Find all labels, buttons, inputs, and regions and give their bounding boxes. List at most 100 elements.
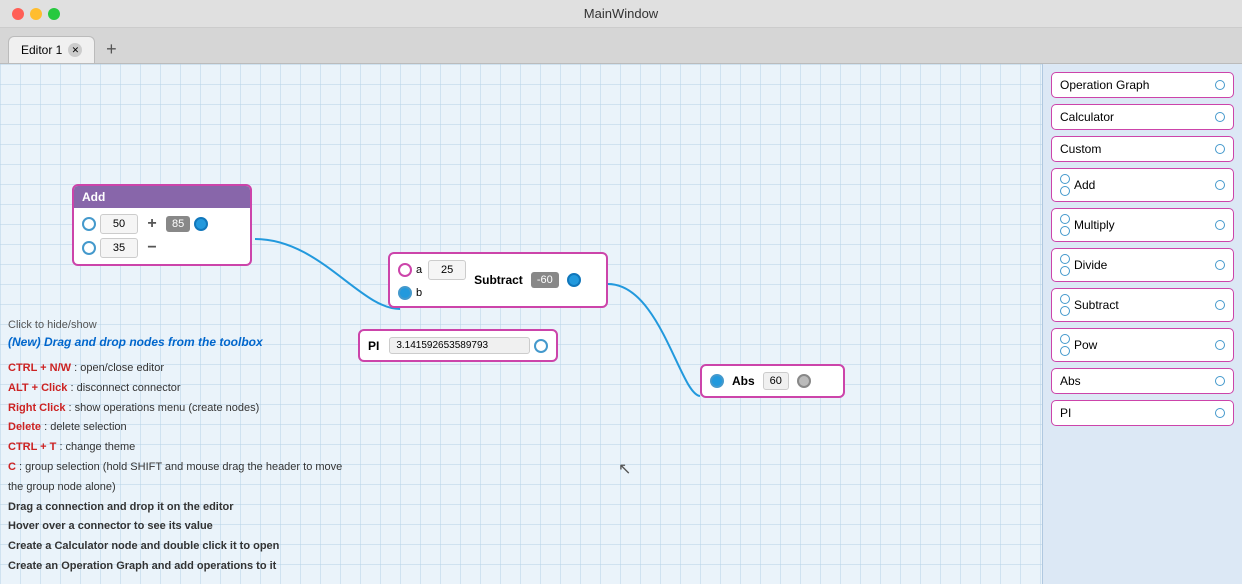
toolbox-pair-add (1060, 174, 1070, 196)
abs-node: Abs 60 (700, 364, 845, 398)
toolbox-item-calculator[interactable]: Calculator (1051, 104, 1234, 130)
subtract-row-b: b (398, 286, 466, 300)
tc-pow-2 (1060, 346, 1070, 356)
add-tab-button[interactable]: + (99, 37, 123, 61)
toolbox-connector-pi (1215, 408, 1225, 418)
add-input1[interactable] (100, 214, 138, 234)
tc-pow-1 (1060, 334, 1070, 344)
hide-show-label[interactable]: Click to hide/show (8, 319, 348, 331)
subtract-output-val: -60 (531, 272, 559, 288)
shortcut-alt-click: ALT + Click : disconnect connector (8, 379, 348, 399)
tc-subtract-2 (1060, 306, 1070, 316)
subtract-label-a: a (416, 264, 422, 276)
main-area: Add + 85 − (0, 64, 1242, 584)
cursor-indicator: ↖ (618, 459, 631, 479)
toolbox-connector-divide (1215, 260, 1225, 270)
tab-close-button[interactable]: ✕ (68, 43, 82, 57)
tc-add-2 (1060, 186, 1070, 196)
toolbox-item-abs[interactable]: Abs (1051, 368, 1234, 394)
new-feature-label: (New) Drag and drop nodes from the toolb… (8, 335, 348, 349)
maximize-button[interactable] (48, 8, 60, 20)
add-node-row1: + 85 (82, 214, 242, 234)
toolbox-connector-add (1215, 180, 1225, 190)
toolbox-item-add[interactable]: Add (1051, 168, 1234, 202)
title-bar: MainWindow (0, 0, 1242, 28)
add-node-header: Add (74, 186, 250, 208)
subtract-input-a[interactable] (428, 260, 466, 280)
subtract-node: a b Subtract -60 (388, 252, 608, 308)
close-button[interactable] (12, 8, 24, 20)
tab-bar: Editor 1 ✕ + (0, 28, 1242, 64)
subtract-node-body: a b Subtract -60 (390, 254, 606, 306)
subtract-b-connector[interactable] (398, 286, 412, 300)
toolbox-connector-calculator (1215, 112, 1225, 122)
toolbox-pair-subtract (1060, 294, 1070, 316)
abs-value: 60 (763, 372, 789, 390)
tip-hover: Hover over a connector to see its value (8, 517, 348, 537)
abs-input-connector[interactable] (710, 374, 724, 388)
tab-label: Editor 1 (21, 43, 62, 57)
toolbox-item-pow-left: Pow (1060, 334, 1097, 356)
tip-operation-graph: Create an Operation Graph and add operat… (8, 557, 348, 577)
add-op2: − (142, 239, 162, 257)
add-node-row2: − (82, 238, 242, 258)
abs-output-connector[interactable] (797, 374, 811, 388)
toolbox-label-abs: Abs (1060, 374, 1081, 388)
tc-multiply-1 (1060, 214, 1070, 224)
tc-add-1 (1060, 174, 1070, 184)
subtract-label-b: b (416, 287, 422, 299)
add-output-connector[interactable] (194, 217, 208, 231)
toolbox-label-custom: Custom (1060, 142, 1101, 156)
shortcut-ctrl-t: CTRL + T : change theme (8, 438, 348, 458)
shortcut-ctrl-nw: CTRL + N/W : open/close editor (8, 359, 348, 379)
add-op1: + (142, 215, 162, 233)
pi-value: 3.141592653589793 (389, 337, 530, 354)
toolbox-label-pow: Pow (1074, 338, 1097, 352)
pi-output-connector[interactable] (534, 339, 548, 353)
shortcut-delete: Delete : delete selection (8, 418, 348, 438)
toolbox: Operation Graph Calculator Custom Add (1042, 64, 1242, 584)
toolbox-item-divide[interactable]: Divide (1051, 248, 1234, 282)
shortcuts-list: CTRL + N/W : open/close editor ALT + Cli… (8, 359, 348, 577)
toolbox-connector-multiply (1215, 220, 1225, 230)
toolbox-label-divide: Divide (1074, 258, 1107, 272)
shortcut-right-click: Right Click : show operations menu (crea… (8, 399, 348, 419)
add-node-body: + 85 − (74, 208, 250, 264)
minimize-button[interactable] (30, 8, 42, 20)
tab-editor1[interactable]: Editor 1 ✕ (8, 36, 95, 63)
tc-subtract-1 (1060, 294, 1070, 304)
tip-calculator: Create a Calculator node and double clic… (8, 537, 348, 557)
subtract-header-label: Subtract (474, 273, 523, 287)
abs-node-body: Abs 60 (702, 366, 843, 396)
canvas[interactable]: Add + 85 − (0, 64, 1042, 584)
toolbox-item-multiply[interactable]: Multiply (1051, 208, 1234, 242)
toolbox-item-divide-left: Divide (1060, 254, 1107, 276)
toolbox-item-subtract-left: Subtract (1060, 294, 1119, 316)
toolbox-connector-operation-graph (1215, 80, 1225, 90)
traffic-lights (12, 8, 60, 20)
toolbox-item-pi[interactable]: PI (1051, 400, 1234, 426)
pi-label: PI (368, 339, 379, 353)
toolbox-item-add-left: Add (1060, 174, 1095, 196)
subtract-output-connector[interactable] (567, 273, 581, 287)
subtract-row-a: a (398, 260, 466, 280)
subtract-a-connector[interactable] (398, 263, 412, 277)
window-title: MainWindow (584, 6, 658, 21)
info-panel: Click to hide/show (New) Drag and drop n… (8, 319, 348, 577)
pi-node-body: PI 3.141592653589793 (360, 331, 556, 360)
toolbox-label-add: Add (1074, 178, 1095, 192)
add-output-val: 85 (166, 216, 190, 232)
toolbox-item-pow[interactable]: Pow (1051, 328, 1234, 362)
toolbox-connector-custom (1215, 144, 1225, 154)
toolbox-pair-pow (1060, 334, 1070, 356)
add-input1-connector[interactable] (82, 217, 96, 231)
toolbox-connector-pow (1215, 340, 1225, 350)
toolbox-item-custom[interactable]: Custom (1051, 136, 1234, 162)
toolbox-connector-subtract (1215, 300, 1225, 310)
toolbox-item-operation-graph[interactable]: Operation Graph (1051, 72, 1234, 98)
toolbox-item-subtract[interactable]: Subtract (1051, 288, 1234, 322)
toolbox-label-multiply: Multiply (1074, 218, 1115, 232)
add-input2[interactable] (100, 238, 138, 258)
add-input2-connector[interactable] (82, 241, 96, 255)
tip-drag: Drag a connection and drop it on the edi… (8, 498, 348, 518)
